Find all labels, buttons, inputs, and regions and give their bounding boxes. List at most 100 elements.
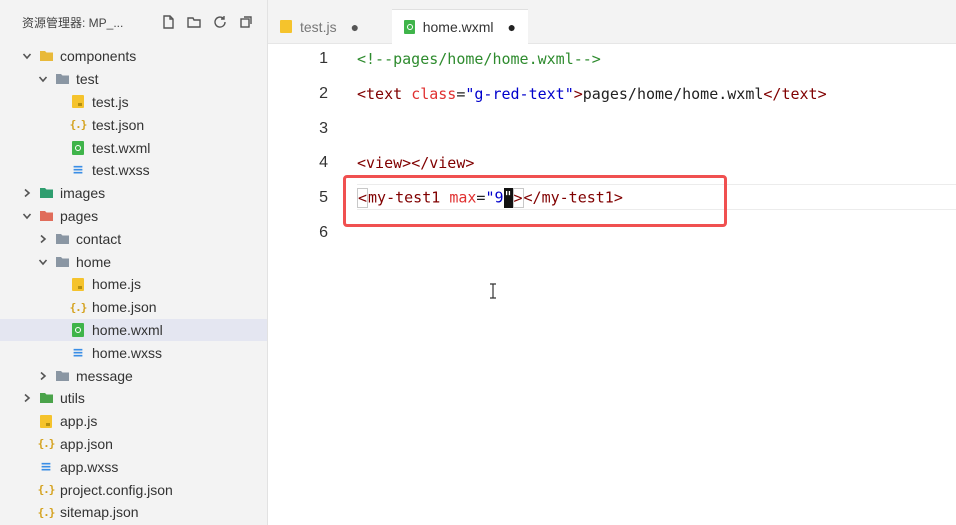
tree-item-contact[interactable]: contact: [0, 227, 267, 250]
tree-item-utils[interactable]: utils: [0, 387, 267, 410]
code-editor[interactable]: 1 <!--pages/home/home.wxml--> 2 <text cl…: [268, 45, 956, 525]
wxss-file-icon: ≡: [72, 162, 84, 179]
tree-item-home-js[interactable]: home.js: [0, 273, 267, 296]
tree-item-app-wxss[interactable]: ≡ app.wxss: [0, 455, 267, 478]
tree-item-test-wxml[interactable]: test.wxml: [0, 136, 267, 159]
tree-item-label: pages: [60, 207, 99, 224]
tree-item-label: test: [76, 71, 99, 88]
json-file-icon: {.}: [69, 300, 88, 314]
token: <: [357, 85, 367, 103]
chevron-right-icon[interactable]: [35, 368, 51, 384]
chevron-right-icon[interactable]: [19, 185, 35, 201]
chevron-down-icon[interactable]: [19, 208, 35, 224]
images-folder-icon: [38, 185, 54, 201]
wxml-file-icon: [70, 140, 86, 156]
tree-item-project-config-json[interactable]: {.} project.config.json: [0, 478, 267, 501]
tree-item-components[interactable]: components: [0, 45, 267, 68]
annotation-highlight-box: [343, 175, 727, 227]
tree-item-test-wxss[interactable]: ≡ test.wxss: [0, 159, 267, 182]
line-number: 6: [319, 224, 328, 241]
json-file-icon: {.}: [37, 505, 56, 519]
tree-item-app-js[interactable]: app.js: [0, 410, 267, 433]
tree-item-app-json[interactable]: {.} app.json: [0, 433, 267, 456]
code-line[interactable]: 4 <view></view>: [268, 151, 956, 175]
js-file-icon: [70, 94, 86, 110]
tree-item-images[interactable]: images: [0, 182, 267, 205]
mouse-ibeam-cursor-icon: [490, 283, 496, 299]
tree-item-label: test.json: [92, 116, 145, 133]
explorer-header: 资源管理器: MP_...: [0, 0, 267, 44]
tree-item-test-js[interactable]: test.js: [0, 91, 267, 114]
line-number: 1: [319, 50, 328, 67]
json-file-icon: {.}: [69, 118, 88, 132]
tree-item-label: test.js: [92, 93, 129, 110]
token: >: [465, 154, 475, 172]
wxml-file-icon: [404, 20, 415, 34]
tree-item-label: sitemap.json: [60, 504, 139, 521]
collapse-all-icon[interactable]: [233, 9, 259, 35]
unsaved-dot-icon[interactable]: ●: [351, 19, 359, 35]
utils-folder-icon: [38, 390, 54, 406]
tree-item-home-wxml[interactable]: home.wxml: [0, 318, 267, 342]
folder-icon: [54, 368, 70, 384]
line-number: 5: [319, 189, 328, 206]
js-file-icon: [70, 276, 86, 292]
folder-icon: [54, 254, 70, 270]
code-line[interactable]: 3: [268, 117, 956, 141]
tree-item-pages[interactable]: pages: [0, 205, 267, 228]
js-file-icon: [280, 20, 292, 33]
json-file-icon: {.}: [37, 483, 56, 497]
tree-item-label: home.wxml: [92, 321, 163, 338]
refresh-icon[interactable]: [207, 9, 233, 35]
folder-icon: [54, 71, 70, 87]
chevron-down-icon[interactable]: [35, 71, 51, 87]
new-file-icon[interactable]: [155, 9, 181, 35]
json-file-icon: {.}: [37, 437, 56, 451]
token: </: [411, 154, 430, 172]
tree-item-label: home: [76, 253, 112, 270]
tag-name: text: [366, 85, 403, 103]
tree-item-label: images: [60, 185, 106, 202]
pages-folder-icon: [38, 208, 54, 224]
tree-item-label: home.js: [92, 276, 142, 293]
explorer-sidebar: 资源管理器: MP_... components test test.js {.} te…: [0, 0, 268, 525]
tree-item-label: test.wxml: [92, 139, 151, 156]
unsaved-dot-icon[interactable]: ●: [508, 19, 516, 35]
chevron-down-icon[interactable]: [35, 254, 51, 270]
tag-name: view: [429, 154, 466, 172]
code-line[interactable]: 2 <text class="g-red-text">pages/home/ho…: [268, 82, 956, 106]
tree-item-label: home.json: [92, 299, 157, 316]
chevron-right-icon[interactable]: [35, 231, 51, 247]
tag-name: view: [366, 154, 403, 172]
tree-item-home[interactable]: home: [0, 250, 267, 273]
tree-item-test[interactable]: test: [0, 68, 267, 91]
tree-item-label: project.config.json: [60, 481, 173, 498]
tab-home-wxml[interactable]: home.wxml ●: [392, 9, 528, 44]
folder-icon: [54, 231, 70, 247]
tree-item-message[interactable]: message: [0, 364, 267, 387]
tree-item-label: message: [76, 367, 133, 384]
new-folder-icon[interactable]: [181, 9, 207, 35]
editor-tab-bar: test.js ● home.wxml ●: [268, 0, 956, 44]
file-tree: components test test.js {.} test.json test.wx…: [0, 45, 267, 524]
line-number: 2: [319, 85, 328, 102]
chevron-down-icon[interactable]: [19, 48, 35, 64]
tree-item-test-json[interactable]: {.} test.json: [0, 113, 267, 136]
chevron-right-icon[interactable]: [19, 390, 35, 406]
tree-item-label: test.wxss: [92, 162, 150, 179]
token: >: [817, 85, 827, 103]
attribute-value: "g-red-text": [465, 85, 574, 103]
tree-item-home-json[interactable]: {.} home.json: [0, 296, 267, 319]
tab-label: home.wxml: [422, 19, 494, 35]
tag-name: text: [781, 85, 818, 103]
line-number: 3: [319, 120, 328, 137]
tree-item-label: app.wxss: [60, 458, 119, 475]
tree-item-sitemap-json[interactable]: {.} sitemap.json: [0, 501, 267, 524]
tree-item-home-wxss[interactable]: ≡ home.wxss: [0, 341, 267, 364]
code-line[interactable]: 1 <!--pages/home/home.wxml-->: [268, 47, 956, 71]
line-number: 4: [319, 154, 328, 171]
wxss-file-icon: ≡: [72, 344, 84, 361]
token: <: [357, 154, 367, 172]
tab-test-js[interactable]: test.js ●: [268, 9, 388, 44]
